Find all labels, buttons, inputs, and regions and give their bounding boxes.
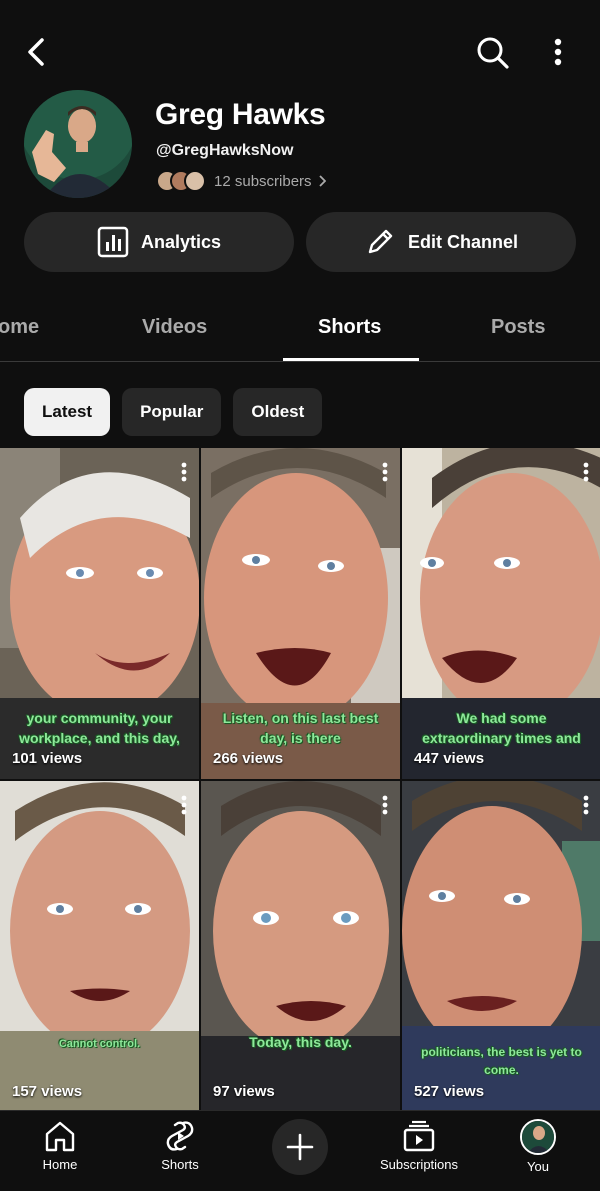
channel-handle: @GregHawksNow [156,142,294,159]
channel-header: Greg Hawks @GregHawksNow 12 subscribers [0,90,600,200]
channel-avatar[interactable] [24,90,132,198]
nav-shorts-label: Shorts [161,1157,199,1172]
short-thumbnail[interactable]: We had some extraordinary times and 447 … [402,448,600,779]
tab-posts[interactable]: Posts [491,316,545,339]
channel-tabs: ome Videos Shorts Posts [0,296,600,362]
short-thumbnail[interactable]: your community, your workplace, and this… [0,448,199,779]
more-vertical-icon[interactable] [540,32,576,72]
chip-latest[interactable]: Latest [24,388,111,436]
nav-subscriptions[interactable]: Subscriptions [369,1119,469,1172]
short-caption: We had some extraordinary times and [422,710,581,746]
more-vertical-icon[interactable] [583,462,589,482]
create-button[interactable] [272,1119,328,1175]
short-views: 527 views [414,1083,485,1100]
search-icon[interactable] [472,32,514,74]
analytics-button[interactable]: Analytics [24,212,294,272]
pencil-icon [368,229,393,254]
more-vertical-icon[interactable] [382,795,388,815]
short-views: 97 views [213,1083,275,1100]
shorts-grid: your community, your workplace, and this… [0,448,600,1110]
channel-name: Greg Hawks [155,98,326,131]
short-thumbnail[interactable]: Cannot control. 157 views [0,781,199,1112]
chip-oldest[interactable]: Oldest [233,388,323,436]
short-caption: Cannot control. [58,1038,141,1050]
subscriber-count: 12 subscribers [214,172,312,190]
top-bar [0,0,600,100]
active-tab-indicator [283,358,419,361]
more-vertical-icon[interactable] [583,795,589,815]
home-icon [45,1121,75,1152]
channel-actions: Analytics Edit Channel [0,212,600,272]
more-vertical-icon[interactable] [181,795,187,815]
short-views: 157 views [12,1083,83,1100]
short-caption: Listen, on this last best day, is there [222,710,379,746]
more-vertical-icon[interactable] [382,462,388,482]
short-caption: your community, your workplace, and this… [19,710,180,746]
short-views: 266 views [213,750,284,767]
subscriber-avatar [184,170,206,192]
nav-subscriptions-label: Subscriptions [379,1157,459,1172]
edit-channel-label: Edit Channel [407,231,518,252]
tab-videos[interactable]: Videos [142,316,207,339]
edit-channel-button[interactable]: Edit Channel [306,212,576,272]
short-views: 447 views [414,750,485,767]
nav-home[interactable]: Home [10,1119,110,1172]
nav-shorts[interactable]: Shorts [130,1119,230,1172]
short-caption: politicians, the best is yet to come. [421,1045,582,1077]
nav-home-label: Home [42,1157,78,1172]
tab-shorts[interactable]: Shorts [318,316,381,339]
nav-you[interactable]: You [488,1119,588,1174]
chip-popular[interactable]: Popular [122,388,222,436]
short-thumbnail[interactable]: Today, this day. 97 views [201,781,400,1112]
plus-icon [286,1133,314,1161]
bottom-navigation: Home Shorts Subscriptions You [0,1110,600,1191]
short-thumbnail[interactable]: politicians, the best is yet to come. 52… [402,781,600,1112]
sort-chips: Latest Popular Oldest [24,388,323,436]
tab-home[interactable]: ome [0,316,39,339]
short-thumbnail[interactable]: Listen, on this last best day, is there … [201,448,400,779]
analytics-icon [97,226,129,258]
short-views: 101 views [12,750,83,767]
analytics-label: Analytics [140,231,222,252]
more-vertical-icon[interactable] [181,462,187,482]
subscribers-row[interactable]: 12 subscribers [156,168,326,194]
nav-you-label: You [527,1159,549,1174]
chevron-right-icon [318,175,326,187]
short-caption: Today, this day. [249,1034,352,1050]
back-arrow-icon[interactable] [16,32,56,72]
shorts-icon [166,1121,194,1151]
subscriptions-icon [403,1120,435,1152]
user-avatar [520,1119,556,1155]
